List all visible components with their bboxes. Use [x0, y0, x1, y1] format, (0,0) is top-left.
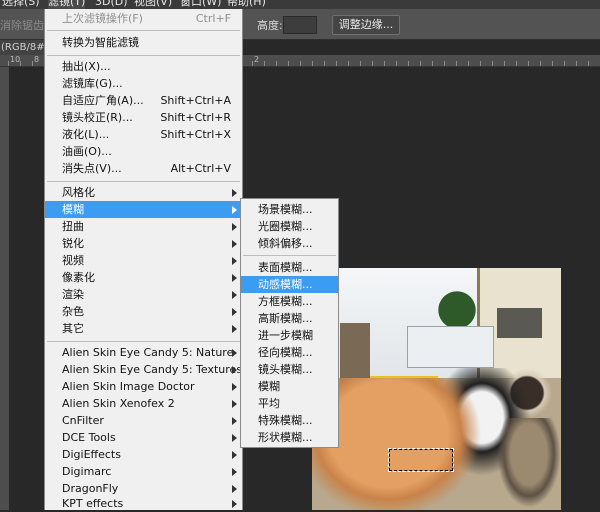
menu-item-vanishing-point[interactable]: 消失点(V)... Alt+Ctrl+V	[45, 160, 242, 177]
submenu-arrow-icon	[232, 349, 237, 357]
submenu-arrow-icon	[232, 308, 237, 316]
height-input[interactable]	[283, 16, 317, 34]
menu-item-video[interactable]: 视频	[45, 252, 242, 269]
height-label: 高度:	[257, 19, 283, 32]
submenu-item-tilt-shift[interactable]: 倾斜偏移...	[241, 235, 338, 252]
submenu-item-gaussian-blur[interactable]: 高斯模糊...	[241, 310, 338, 327]
submenu-arrow-icon	[232, 400, 237, 408]
photo-cat-tabby	[497, 418, 561, 508]
menu-item-eye-candy-nature[interactable]: Alien Skin Eye Candy 5: Nature	[45, 344, 242, 361]
submenu-arrow-icon	[232, 500, 237, 508]
menu-item-liquify[interactable]: 液化(L)... Shift+Ctrl+X	[45, 126, 242, 143]
submenu-item-field-blur[interactable]: 场景模糊...	[241, 201, 338, 218]
submenu-item-blur-more[interactable]: 进一步模糊	[241, 327, 338, 344]
menu-help[interactable]: 帮助(H)	[227, 0, 266, 9]
menu-item-extract[interactable]: 抽出(X)...	[45, 58, 242, 75]
selection-marquee[interactable]	[388, 448, 454, 472]
submenu-arrow-icon	[232, 451, 237, 459]
photo-truck	[407, 326, 494, 368]
submenu-arrow-icon	[232, 485, 237, 493]
menu-item-filter-gallery[interactable]: 滤镜库(G)...	[45, 75, 242, 92]
menu-item-distort[interactable]: 扭曲	[45, 218, 242, 235]
submenu-item-radial-blur[interactable]: 径向模糊...	[241, 344, 338, 361]
menu-select[interactable]: 选择(S)	[2, 0, 40, 9]
menu-item-sharpen[interactable]: 锐化	[45, 235, 242, 252]
submenu-arrow-icon	[232, 223, 237, 231]
menu-item-image-doctor[interactable]: Alien Skin Image Doctor	[45, 378, 242, 395]
menu-window[interactable]: 窗口(W)	[180, 0, 221, 9]
ruler-number: 10	[10, 55, 21, 64]
canvas-photo[interactable]	[312, 268, 561, 510]
menu-item-adaptive-wide-angle[interactable]: 自适应广角(A)... Shift+Ctrl+A	[45, 92, 242, 109]
vertical-ruler	[0, 67, 9, 510]
menu-item-pixelate[interactable]: 像素化	[45, 269, 242, 286]
menu-item-other[interactable]: 其它	[45, 320, 242, 337]
menu-item-digieffects[interactable]: DigiEffects	[45, 446, 242, 463]
submenu-item-iris-blur[interactable]: 光圈模糊...	[241, 218, 338, 235]
submenu-item-smart-blur[interactable]: 特殊模糊...	[241, 412, 338, 429]
menu-item-digimarc[interactable]: Digimarc	[45, 463, 242, 480]
submenu-arrow-icon	[232, 291, 237, 299]
menu-item-convert-smart-filter[interactable]: 转换为智能滤镜	[45, 34, 242, 51]
menu-item-cnfilter[interactable]: CnFilter	[45, 412, 242, 429]
ruler-number: 2	[254, 55, 260, 64]
menu-item-xenofex[interactable]: Alien Skin Xenofex 2	[45, 395, 242, 412]
submenu-item-box-blur[interactable]: 方框模糊...	[241, 293, 338, 310]
menu-item-render[interactable]: 渲染	[45, 286, 242, 303]
submenu-item-motion-blur[interactable]: 动感模糊...	[241, 276, 338, 293]
refine-edge-button[interactable]: 调整边缘...	[332, 15, 400, 35]
submenu-item-average[interactable]: 平均	[241, 395, 338, 412]
menu-item-stylize[interactable]: 风格化	[45, 184, 242, 201]
submenu-item-lens-blur[interactable]: 镜头模糊...	[241, 361, 338, 378]
menu-item-blur[interactable]: 模糊	[45, 201, 242, 218]
menu-item-eye-candy-textures[interactable]: Alien Skin Eye Candy 5: Textures	[45, 361, 242, 378]
submenu-arrow-icon	[232, 206, 237, 214]
submenu-item-surface-blur[interactable]: 表面模糊...	[241, 259, 338, 276]
blur-submenu: 场景模糊... 光圈模糊... 倾斜偏移... 表面模糊... 动感模糊... …	[240, 198, 339, 448]
submenu-arrow-icon	[232, 189, 237, 197]
submenu-arrow-icon	[232, 274, 237, 282]
menu-view[interactable]: 视图(V)	[134, 0, 172, 9]
ruler-number: 8	[34, 55, 40, 64]
submenu-arrow-icon	[232, 417, 237, 425]
submenu-item-blur[interactable]: 模糊	[241, 378, 338, 395]
filter-menu: 上次滤镜操作(F) Ctrl+F 转换为智能滤镜 抽出(X)... 滤镜库(G).…	[44, 9, 243, 510]
menu-filter[interactable]: 滤镜(T)	[48, 0, 86, 9]
menu-item-last-filter: 上次滤镜操作(F) Ctrl+F	[62, 12, 231, 25]
submenu-item-shape-blur[interactable]: 形状模糊...	[241, 429, 338, 446]
menu-item-dce-tools[interactable]: DCE Tools	[45, 429, 242, 446]
submenu-arrow-icon	[232, 240, 237, 248]
submenu-arrow-icon	[232, 366, 237, 374]
submenu-arrow-icon	[232, 383, 237, 391]
menu-item-lens-correction[interactable]: 镜头校正(R)... Shift+Ctrl+R	[45, 109, 242, 126]
anti-alias-label: 消除锯齿	[0, 19, 44, 32]
menu-item-kpt-effects[interactable]: KPT effects	[45, 495, 242, 512]
menu-3d[interactable]: 3D(D)	[95, 0, 128, 9]
menu-bar: 选择(S) 滤镜(T) 3D(D) 视图(V) 窗口(W) 帮助(H)	[0, 0, 600, 9]
submenu-arrow-icon	[232, 434, 237, 442]
photo-window	[497, 308, 542, 338]
menu-item-oil-paint[interactable]: 油画(O)...	[45, 143, 242, 160]
submenu-arrow-icon	[232, 325, 237, 333]
submenu-arrow-icon	[232, 468, 237, 476]
menu-item-noise[interactable]: 杂色	[45, 303, 242, 320]
submenu-arrow-icon	[232, 257, 237, 265]
